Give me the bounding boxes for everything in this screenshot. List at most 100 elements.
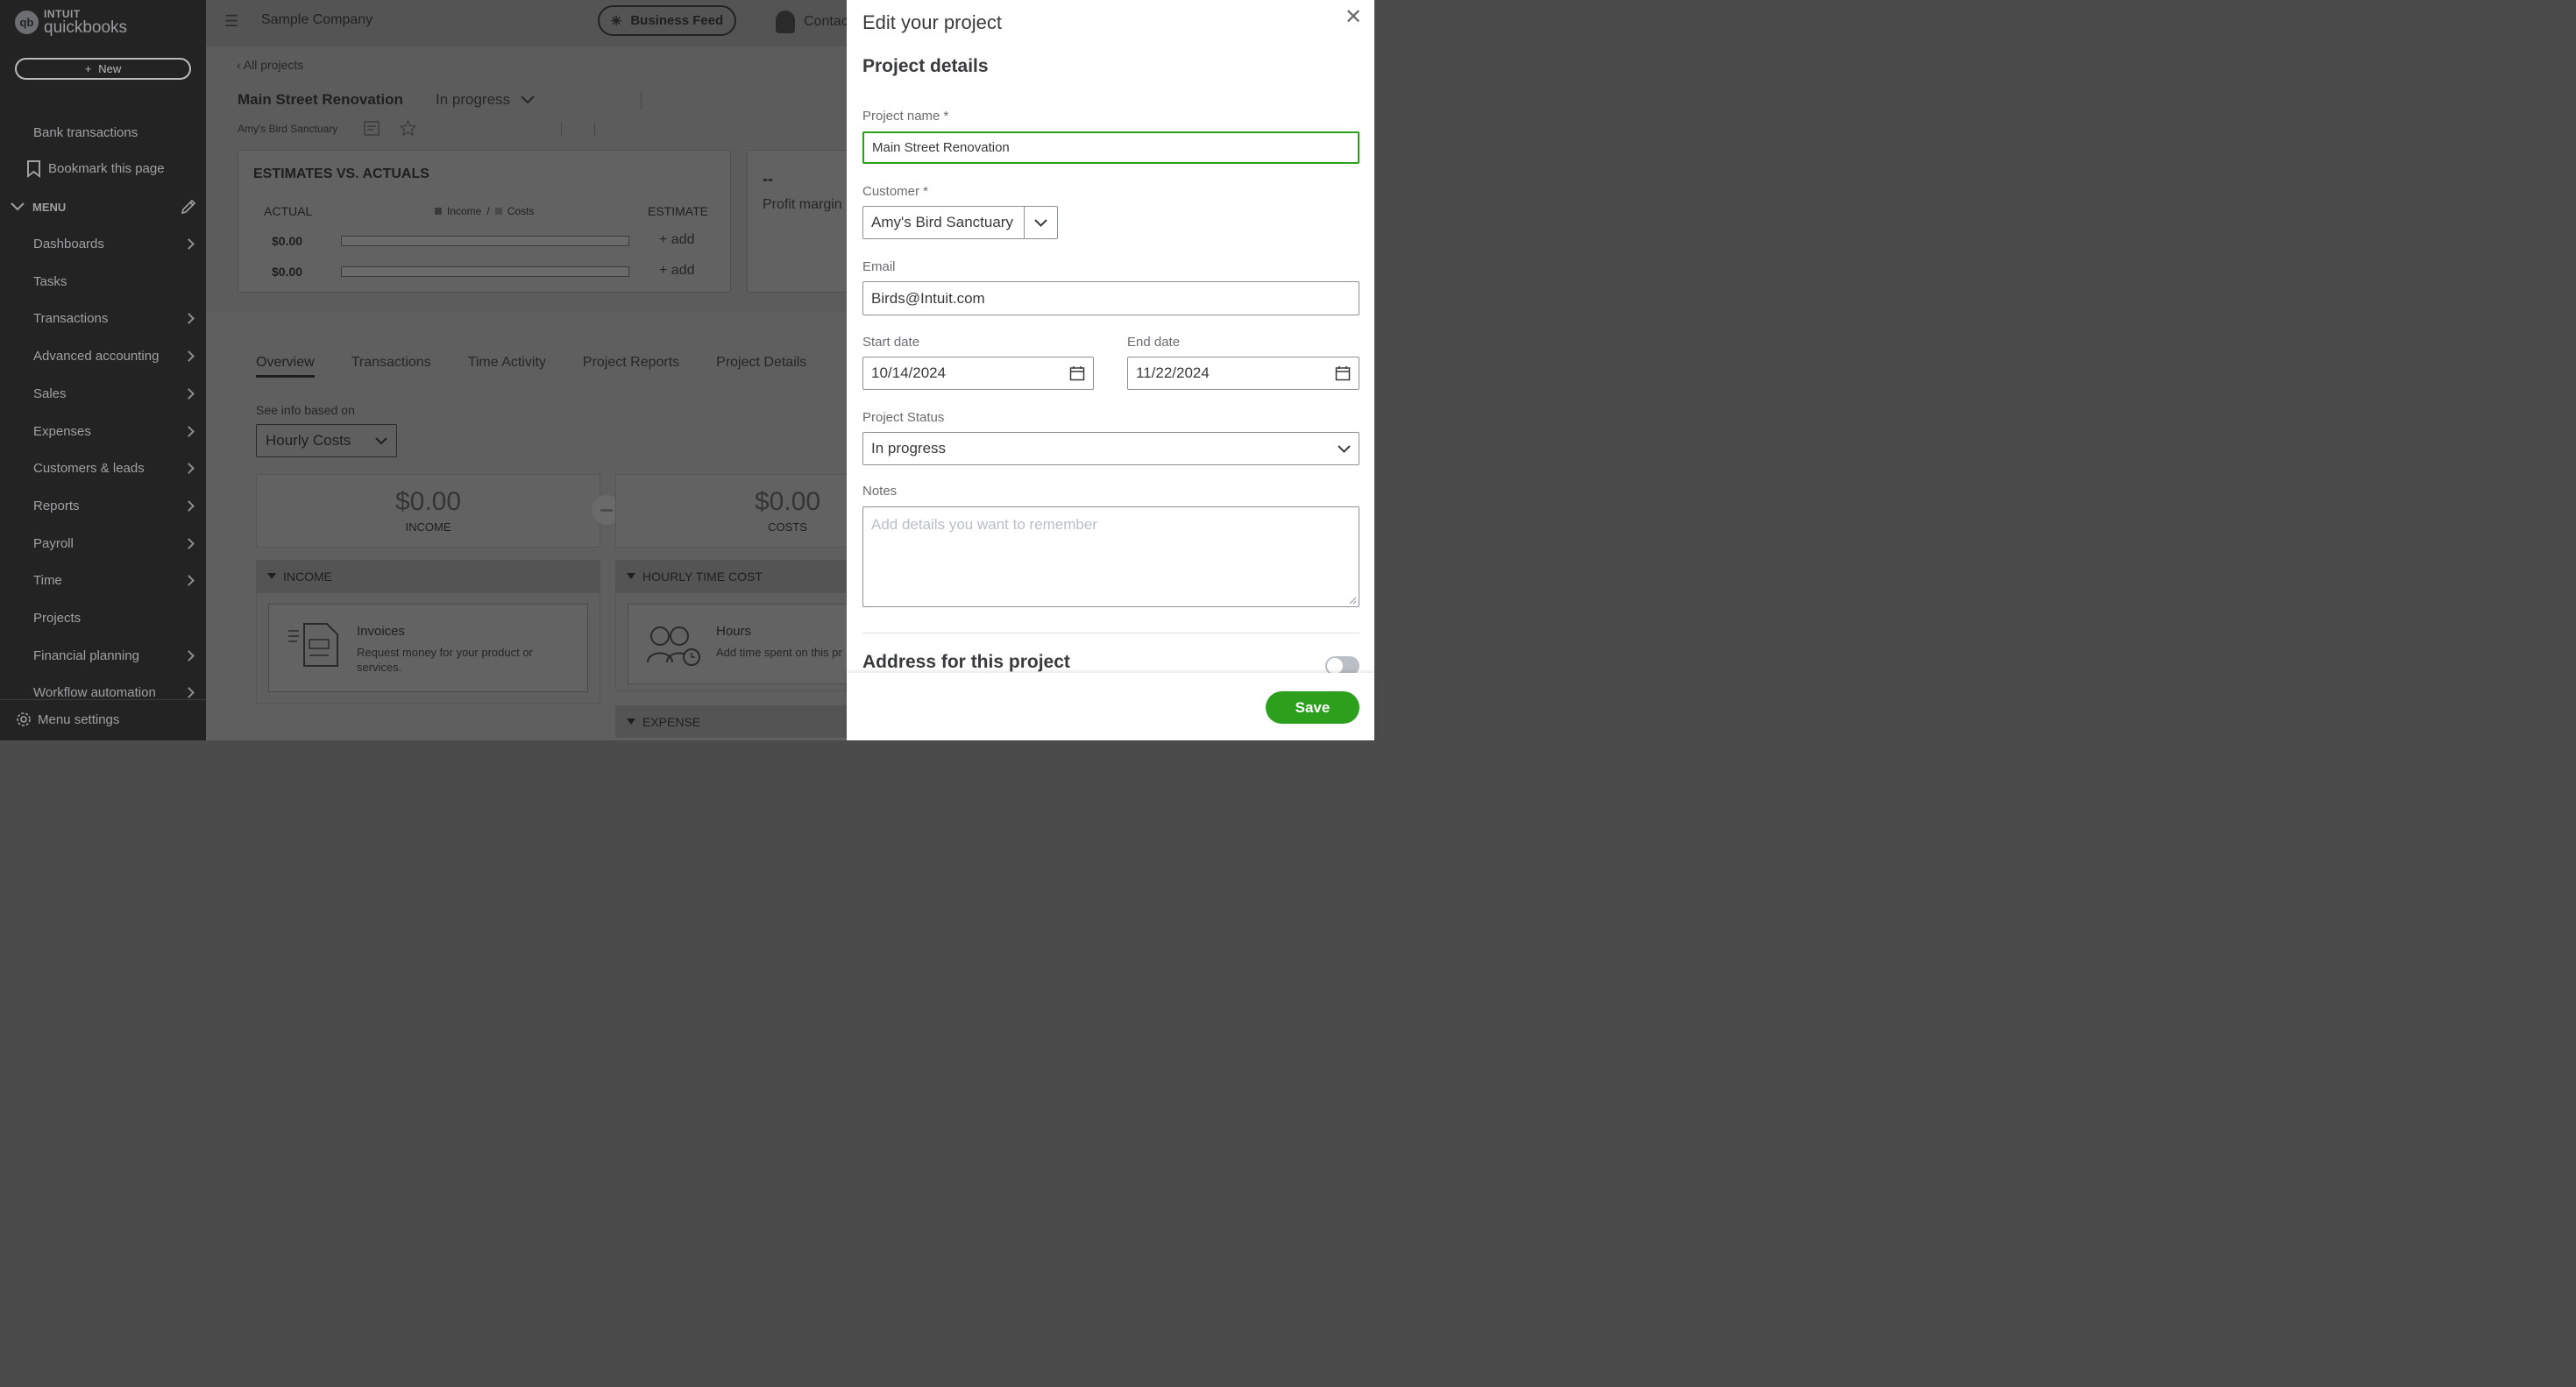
tab-transactions[interactable]: Transactions [351,355,431,378]
sidebar-item-payroll[interactable]: Payroll [33,536,196,551]
invoices-card[interactable]: Invoices Request money for your product … [268,604,588,692]
add-costs-estimate-link[interactable]: + add [659,263,694,279]
collapse-triangle-icon [267,573,276,579]
tab-project-details[interactable]: Project Details [716,355,806,378]
legend-income: Income [447,205,482,217]
menu-settings-label: Menu settings [38,711,120,727]
chevron-right-icon [183,575,195,586]
chevron-down-icon [1338,444,1351,453]
sidebar-item-workflow-automation[interactable]: Workflow automation [33,685,196,700]
sidebar-item-label: Sales [33,386,67,401]
customer-label: Customer * [862,184,929,199]
sparkle-icon: ✳ [610,13,622,29]
sidebar-item-projects[interactable]: Projects [33,611,196,626]
income-amount: $0.00 [394,487,462,516]
chevron-down-icon [11,202,25,211]
actual-costs-value: $0.00 [272,265,303,279]
sidebar-item-sales[interactable]: Sales [33,386,196,401]
start-date-field[interactable]: 10/14/2024 [862,357,1094,390]
actual-income-value: $0.00 [272,234,303,248]
sidebar-item-customers-leads[interactable]: Customers & leads [33,461,196,476]
end-date-field[interactable]: 11/22/2024 [1127,357,1359,390]
sidebar-item-expenses[interactable]: Expenses [33,424,196,439]
project-status-label: In progress [436,91,511,108]
start-date-value: 10/14/2024 [871,364,947,381]
avatar [776,11,795,33]
profit-margin-label: Profit margin [763,197,842,212]
end-date-value: 11/22/2024 [1136,364,1210,381]
email-field[interactable]: Birds@Intuit.com [862,281,1359,315]
sidebar-item-reports[interactable]: Reports [33,499,196,513]
collapse-menu-icon[interactable]: ☰ [224,12,238,31]
sidebar-item-label: Projects [33,611,82,626]
menu-settings[interactable]: Menu settings [16,711,119,727]
email-label: Email [862,259,896,274]
chevron-right-icon [183,650,195,662]
close-icon[interactable]: ✕ [1343,7,1364,28]
tab-project-reports[interactable]: Project Reports [583,355,679,378]
sidebar-item-financial-planning[interactable]: Financial planning [33,648,196,663]
sidebar-item-label: Payroll [33,536,74,551]
customer-dropdown-button[interactable] [1024,206,1058,239]
project-status-dropdown[interactable]: In progress [436,91,535,109]
sidebar-item-bank-transactions[interactable]: Bank transactions [33,125,138,140]
hourly-time-cost-header[interactable]: HOURLY TIME COST [615,560,847,592]
notes-textarea[interactable] [862,506,1359,607]
basis-dropdown[interactable]: Hourly Costs [256,424,397,457]
menu-header[interactable]: MENU [11,199,196,215]
add-income-estimate-link[interactable]: + add [659,232,694,248]
invoice-icon [288,623,338,667]
hours-card[interactable]: Hours Add time spent on this pr [628,604,847,684]
tab-overview[interactable]: Overview [256,355,315,378]
new-button[interactable]: + New [15,58,191,80]
project-status-select[interactable]: In progress [862,432,1359,465]
menu-label: MENU [32,200,67,214]
profit-margin-card: -- Profit margin [747,150,847,293]
sidebar-item-label: Tasks [33,274,67,289]
sidebar: qb INTUIT quickbooks + New Bank transact… [0,0,206,740]
sidebar-item-time[interactable]: Time [33,573,196,588]
estimates-title: ESTIMATES VS. ACTUALS [253,166,429,181]
toggle-knob [1327,658,1343,674]
resize-grip-icon[interactable] [1348,596,1357,605]
chevron-right-icon [183,426,195,437]
sidebar-item-advanced-accounting[interactable]: Advanced accounting [33,349,196,364]
income-section-header[interactable]: INCOME [256,560,600,592]
business-feed-label: Business Feed [630,13,724,28]
save-button[interactable]: Save [1266,691,1359,724]
project-name-field[interactable] [862,131,1359,164]
costs-bar [341,266,629,277]
expense-section-label: EXPENSE [642,714,701,729]
sidebar-item-label: Workflow automation [33,685,156,700]
expense-section-header[interactable]: EXPENSE [615,705,847,738]
customer-combobox[interactable]: Amy's Bird Sanctuary [862,206,1025,239]
quickbooks-logo[interactable]: qb INTUIT quickbooks [15,9,127,36]
all-projects-link[interactable]: ‹ All projects [237,58,303,72]
calendar-icon[interactable] [1335,365,1351,381]
address-heading: Address for this project [862,652,1070,672]
project-name-input[interactable] [872,140,1350,155]
tab-time-activity[interactable]: Time Activity [468,355,546,378]
legend-separator: / [486,205,490,217]
sidebar-item-label: Customers & leads [33,461,145,476]
sidebar-divider [0,699,206,700]
collapse-triangle-icon [627,573,635,579]
pencil-edit-icon[interactable] [181,199,196,215]
project-customer[interactable]: Amy's Bird Sanctuary [238,123,337,135]
notes-label: Notes [862,484,898,499]
divider [594,122,595,136]
plus-icon: + [84,62,92,75]
calendar-icon[interactable] [1069,365,1085,381]
business-feed-button[interactable]: ✳ Business Feed [598,5,736,36]
bookmark-this-page[interactable]: Bookmark this page [26,159,165,178]
chevron-right-icon [183,388,195,400]
contact-label: Contac [804,14,847,29]
sidebar-item-dashboards[interactable]: Dashboards [33,237,196,251]
sidebar-item-tasks[interactable]: Tasks [33,274,196,289]
project-page: ☰ Sample Company ✳ Business Feed Contac … [206,0,847,740]
sidebar-item-transactions[interactable]: Transactions [33,311,196,326]
star-icon[interactable] [400,120,416,136]
invoices-description: Request money for your product or servic… [357,646,533,674]
contact-button[interactable]: Contac [776,11,847,33]
notes-icon[interactable] [364,121,380,137]
